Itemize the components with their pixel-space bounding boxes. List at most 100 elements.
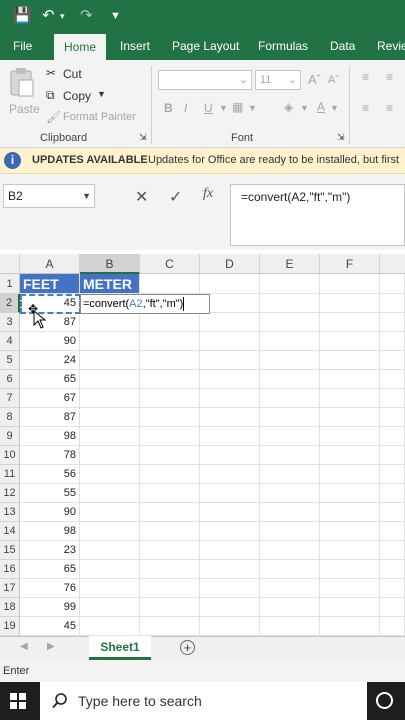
grid-cell[interactable] <box>380 446 405 465</box>
borders-dropdown-icon[interactable]: ▼ <box>248 103 257 113</box>
grid-cell[interactable] <box>260 503 320 522</box>
grid-cell[interactable] <box>80 446 140 465</box>
grid-cell[interactable] <box>380 274 405 294</box>
grid-cell[interactable] <box>200 351 260 370</box>
grid-cell[interactable] <box>80 313 140 332</box>
cell-feet-value[interactable]: 98 <box>20 427 80 446</box>
grid-cell[interactable] <box>320 560 380 579</box>
row-header[interactable]: 13 <box>0 503 20 522</box>
grid-cell[interactable] <box>320 484 380 503</box>
column-header[interactable]: D <box>200 254 260 274</box>
grid-cell[interactable] <box>140 503 200 522</box>
grid-cell[interactable] <box>140 484 200 503</box>
bold-button[interactable]: B <box>164 101 173 115</box>
cell-feet-value[interactable]: 99 <box>20 598 80 617</box>
grid-cell[interactable] <box>320 617 380 636</box>
cortana-icon[interactable] <box>376 692 393 709</box>
taskbar-search-box[interactable]: Type here to search <box>40 682 367 720</box>
grid-cell[interactable] <box>380 579 405 598</box>
grid-cell[interactable] <box>380 541 405 560</box>
redo-icon[interactable]: ↷ <box>80 6 93 26</box>
grid-cell[interactable] <box>140 370 200 389</box>
grid-cell[interactable] <box>80 598 140 617</box>
row-header[interactable]: 4 <box>0 332 20 351</box>
grid-cell[interactable] <box>140 274 200 294</box>
grid-cell[interactable] <box>320 465 380 484</box>
row-header[interactable]: 9 <box>0 427 20 446</box>
grow-font-icon[interactable]: Aˆ <box>308 72 321 87</box>
grid-cell[interactable] <box>380 598 405 617</box>
tab-review[interactable]: Revie <box>377 32 405 60</box>
cell-feet-value[interactable]: 87 <box>20 408 80 427</box>
grid-cell[interactable] <box>260 370 320 389</box>
cut-button[interactable]: Cut <box>63 67 82 81</box>
column-header[interactable]: A <box>20 254 80 274</box>
grid-cell[interactable] <box>200 446 260 465</box>
grid-cell[interactable] <box>80 389 140 408</box>
clipboard-launcher-icon[interactable]: ⇲ <box>139 132 147 143</box>
align-middle-icon[interactable]: ≡ <box>386 70 393 84</box>
confirm-entry-icon[interactable]: ✓ <box>169 187 182 207</box>
grid-cell[interactable] <box>380 370 405 389</box>
column-header[interactable] <box>380 254 405 274</box>
grid-cell[interactable] <box>320 332 380 351</box>
column-header[interactable]: B <box>80 254 140 274</box>
cell-feet-value[interactable]: 78 <box>20 446 80 465</box>
grid-cell[interactable] <box>260 446 320 465</box>
grid-cell[interactable] <box>200 522 260 541</box>
grid-cell[interactable] <box>320 389 380 408</box>
grid-cell[interactable] <box>140 617 200 636</box>
grid-cell[interactable] <box>260 579 320 598</box>
grid-cell[interactable] <box>380 351 405 370</box>
grid-cell[interactable] <box>200 541 260 560</box>
grid-cell[interactable] <box>140 408 200 427</box>
row-header[interactable]: 11 <box>0 465 20 484</box>
grid-cell[interactable] <box>380 408 405 427</box>
align-top-icon[interactable]: ≡ <box>362 70 369 84</box>
grid-cell[interactable] <box>80 370 140 389</box>
row-header[interactable]: 2 <box>0 294 20 313</box>
undo-icon[interactable]: ↶ <box>42 6 55 26</box>
grid-cell[interactable] <box>320 427 380 446</box>
grid-cell[interactable] <box>380 560 405 579</box>
cell-feet-value[interactable]: 23 <box>20 541 80 560</box>
grid-cell[interactable] <box>260 313 320 332</box>
font-color-icon[interactable]: A <box>317 100 325 114</box>
grid-cell[interactable] <box>140 522 200 541</box>
grid-cell[interactable] <box>260 465 320 484</box>
grid-cell[interactable] <box>200 370 260 389</box>
copy-dropdown-icon[interactable]: ▼ <box>97 89 106 99</box>
grid-cell[interactable] <box>260 484 320 503</box>
grid-cell[interactable] <box>380 332 405 351</box>
grid-cell[interactable] <box>200 313 260 332</box>
grid-cell[interactable] <box>200 408 260 427</box>
grid-cell[interactable] <box>200 560 260 579</box>
cell-feet-value[interactable]: 65 <box>20 370 80 389</box>
grid-cell[interactable] <box>80 332 140 351</box>
grid-cell[interactable] <box>200 503 260 522</box>
grid-cell[interactable] <box>260 560 320 579</box>
grid-cell[interactable] <box>320 274 380 294</box>
paste-button[interactable]: Paste <box>6 66 40 124</box>
grid-cell[interactable] <box>200 598 260 617</box>
grid-cell[interactable] <box>260 598 320 617</box>
grid-cell[interactable] <box>260 541 320 560</box>
grid-cell[interactable] <box>260 332 320 351</box>
cell-feet-value[interactable]: 76 <box>20 579 80 598</box>
grid-cell[interactable] <box>320 598 380 617</box>
grid-cell[interactable] <box>80 522 140 541</box>
tab-formulas[interactable]: Formulas <box>258 32 308 60</box>
grid-cell[interactable] <box>260 427 320 446</box>
grid-cell[interactable] <box>200 617 260 636</box>
grid-cell[interactable] <box>260 522 320 541</box>
grid-cell[interactable] <box>380 617 405 636</box>
grid-cell[interactable] <box>320 313 380 332</box>
cell-feet-value[interactable]: 24 <box>20 351 80 370</box>
tab-page-layout[interactable]: Page Layout <box>172 32 239 60</box>
active-cell-editor[interactable]: =convert(A2,"ft","m") <box>80 294 210 314</box>
grid-cell[interactable] <box>140 313 200 332</box>
insert-function-icon[interactable]: fx <box>203 186 213 202</box>
add-sheet-icon[interactable]: + <box>180 640 195 655</box>
tab-insert[interactable]: Insert <box>120 32 150 60</box>
row-header[interactable]: 12 <box>0 484 20 503</box>
